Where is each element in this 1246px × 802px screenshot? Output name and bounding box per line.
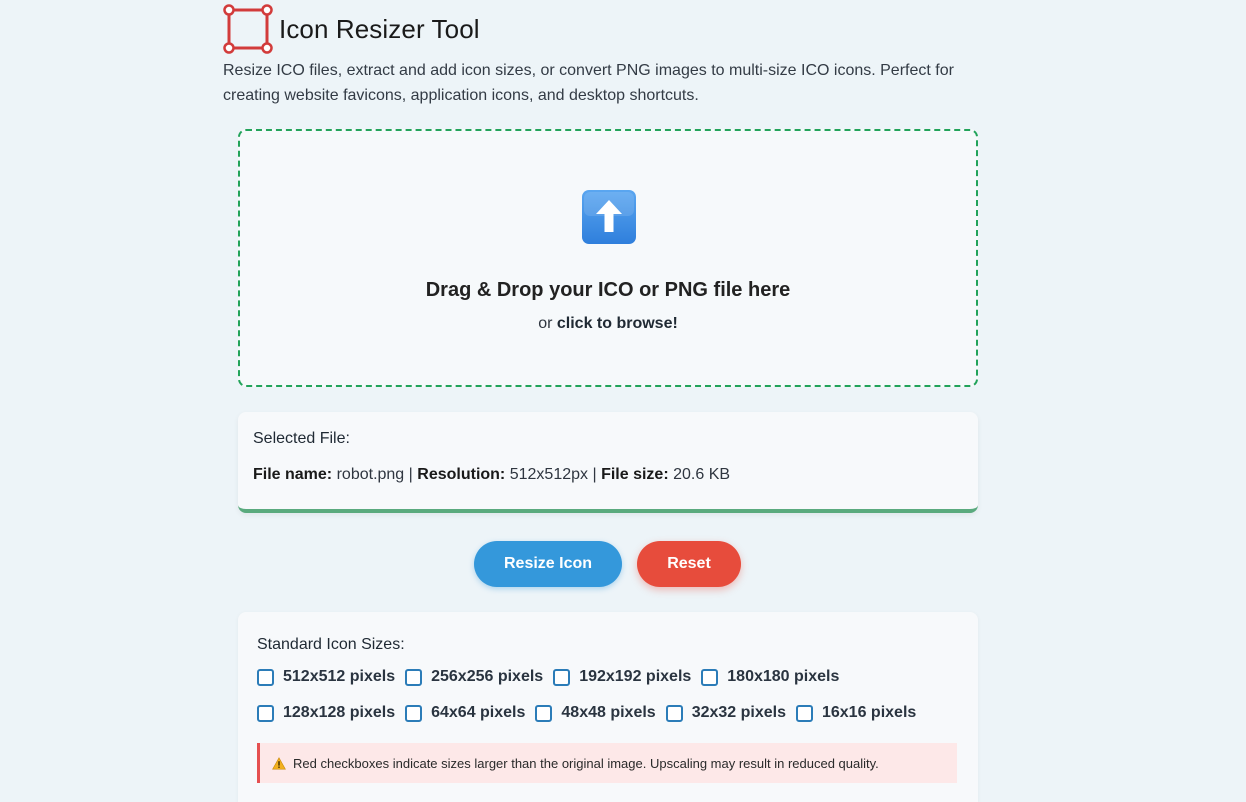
file-size-label: File size: xyxy=(601,466,669,483)
file-info-line: File name: robot.png | Resolution: 512x5… xyxy=(253,466,730,484)
size-option-256[interactable]: 256x256 pixels xyxy=(405,668,543,686)
size-option-16[interactable]: 16x16 pixels xyxy=(795,704,917,722)
upscale-warning: Red checkboxes indicate sizes larger tha… xyxy=(257,743,957,783)
icon-sizes-card: Standard Icon Sizes: 512x512 pixels 256x… xyxy=(238,612,978,802)
dropzone-title: Drag & Drop your ICO or PNG file here xyxy=(425,279,791,301)
checkbox[interactable] xyxy=(553,668,571,686)
size-option-180[interactable]: 180x180 pixels xyxy=(701,668,839,686)
file-name-label: File name: xyxy=(253,466,333,483)
separator: | xyxy=(408,466,413,483)
size-option-32[interactable]: 32x32 pixels xyxy=(665,704,786,722)
browse-link[interactable]: click to browse! xyxy=(557,315,678,332)
size-option-label: 32x32 pixels xyxy=(691,704,786,721)
resolution-value: 512x512px xyxy=(509,466,589,483)
up-arrow-icon xyxy=(581,189,637,245)
checkbox[interactable] xyxy=(257,668,274,686)
page-title: Icon Resizer Tool xyxy=(279,13,480,44)
size-option-48[interactable]: 48x48 pixels xyxy=(535,704,656,722)
icon-sizes-label: Standard Icon Sizes: xyxy=(257,636,405,653)
checkbox[interactable] xyxy=(535,704,553,722)
reset-button[interactable]: Reset xyxy=(637,541,741,587)
size-option-label: 48x48 pixels xyxy=(561,704,656,721)
size-option-64[interactable]: 64x64 pixels xyxy=(405,704,525,722)
sizes-row-2: 128x128 pixels 64x64 pixels 48x48 pixels… xyxy=(257,704,926,722)
size-option-label: 192x192 pixels xyxy=(579,668,692,685)
size-option-192[interactable]: 192x192 pixels xyxy=(553,668,691,686)
checkbox[interactable] xyxy=(701,668,719,686)
size-option-label: 512x512 pixels xyxy=(283,668,396,685)
checkbox[interactable] xyxy=(257,704,274,722)
sizes-row-1: 512x512 pixels 256x256 pixels 192x192 pi… xyxy=(257,668,849,686)
checkbox[interactable] xyxy=(405,668,423,686)
resize-icon-button[interactable]: Resize Icon xyxy=(474,541,622,587)
selected-file-card: Selected File: File name: robot.png | Re… xyxy=(238,412,978,513)
size-option-128[interactable]: 128x128 pixels xyxy=(257,704,395,722)
file-dropzone[interactable]: Drag & Drop your ICO or PNG file here or… xyxy=(238,129,978,387)
size-option-label: 64x64 pixels xyxy=(431,704,526,721)
size-option-label: 256x256 pixels xyxy=(431,668,544,685)
file-size-value: 20.6 KB xyxy=(673,466,731,483)
page-header: Icon Resizer Tool xyxy=(223,4,480,54)
size-option-label: 180x180 pixels xyxy=(727,668,840,685)
dropzone-subtitle: or click to browse! xyxy=(240,315,976,333)
checkbox[interactable] xyxy=(665,704,683,722)
warning-icon xyxy=(272,756,286,770)
page-description: Resize ICO files, extract and add icon s… xyxy=(223,62,954,104)
checkbox[interactable] xyxy=(795,704,813,722)
checkbox[interactable] xyxy=(405,704,423,722)
size-option-512[interactable]: 512x512 pixels xyxy=(257,668,395,686)
selected-file-label: Selected File: xyxy=(253,430,350,447)
size-option-label: 16x16 pixels xyxy=(821,704,917,721)
size-option-label: 128x128 pixels xyxy=(283,704,396,721)
separator: | xyxy=(592,466,597,483)
file-name-value: robot.png xyxy=(336,466,405,483)
warning-text: Red checkboxes indicate sizes larger tha… xyxy=(293,755,879,771)
resolution-label: Resolution: xyxy=(417,466,506,483)
dropzone-sub-prefix: or xyxy=(538,315,553,332)
resize-square-icon xyxy=(223,4,273,54)
